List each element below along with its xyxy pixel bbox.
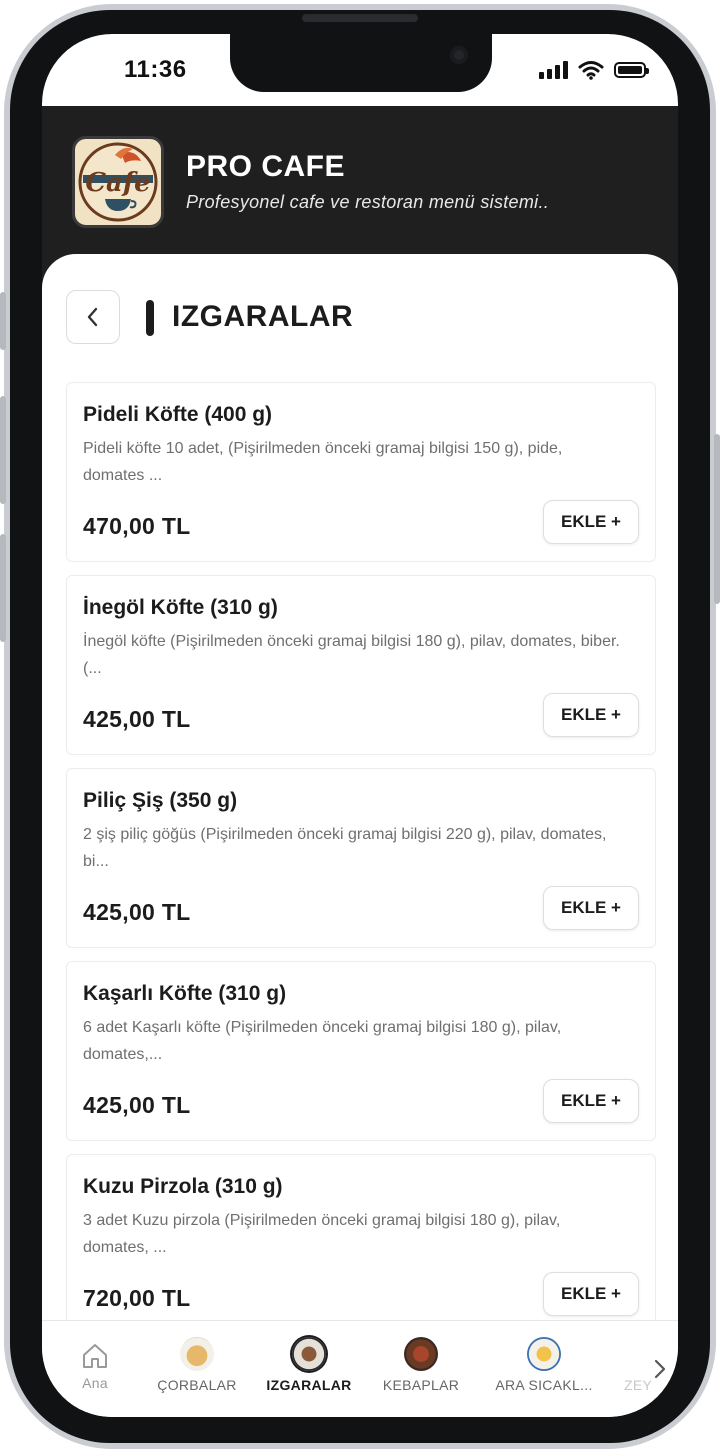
item-name: Kaşarlı Köfte (310 g) [83, 982, 287, 1005]
grill-thumbnail [292, 1337, 326, 1371]
add-to-cart-button[interactable]: EKLE + [543, 693, 639, 737]
nav-item-ana[interactable]: Ana [72, 1321, 118, 1391]
nav-label: ZEY [624, 1377, 653, 1393]
menu-item-card[interactable]: Piliç Şiş (350 g) 2 şiş piliç göğüs (Piş… [66, 768, 656, 948]
item-name: Piliç Şiş (350 g) [83, 789, 238, 812]
item-price: 425,00 TL [83, 899, 191, 925]
status-time: 11:36 [124, 56, 187, 83]
add-to-cart-button[interactable]: EKLE + [543, 1079, 639, 1123]
nav-item-kebaplar[interactable]: KEBAPLAR [376, 1321, 466, 1393]
chevron-right-icon[interactable] [652, 1357, 668, 1381]
content-panel: IZGARALAR Pideli Köfte (400 g) Pideli kö… [42, 254, 678, 1344]
home-icon [83, 1344, 107, 1368]
add-to-cart-button[interactable]: EKLE + [543, 886, 639, 930]
nav-item-ara-sicaklar[interactable]: ARA SICAKL... [488, 1321, 600, 1393]
status-icons [539, 60, 649, 80]
item-name: Pideli Köfte (400 g) [83, 403, 273, 426]
item-name: İnegöl Köfte (310 g) [83, 596, 278, 619]
menu-item-card[interactable]: Kaşarlı Köfte (310 g) 6 adet Kaşarlı köf… [66, 961, 656, 1141]
bottom-category-nav: Ana ÇORBALAR IZGARALAR KEBAPLAR ARA SICA… [42, 1320, 678, 1417]
wifi-icon [578, 61, 604, 80]
nav-item-zey[interactable]: ZEY [624, 1321, 678, 1393]
cafe-logo: Cafe [72, 136, 164, 228]
title-accent-bar [146, 300, 154, 336]
nav-item-izgaralar[interactable]: IZGARALAR [264, 1321, 354, 1393]
speaker-grille [302, 14, 418, 22]
menu-item-card[interactable]: İnegöl Köfte (310 g) İnegöl köfte (Pişir… [66, 575, 656, 755]
menu-item-card[interactable]: Pideli Köfte (400 g) Pideli köfte 10 ade… [66, 382, 656, 562]
item-price: 470,00 TL [83, 513, 191, 539]
kebab-thumbnail [404, 1337, 438, 1371]
battery-icon [614, 62, 649, 78]
item-description: İnegöl köfte (Pişirilmeden önceki gramaj… [83, 633, 620, 677]
item-price: 425,00 TL [83, 706, 191, 732]
dynamic-island [230, 34, 492, 92]
logo-text: Cafe [85, 168, 150, 198]
soup-thumbnail [180, 1337, 214, 1371]
nav-item-corbalar[interactable]: ÇORBALAR [152, 1321, 242, 1393]
nav-label: KEBAPLAR [382, 1377, 460, 1393]
screen: 11:36 Cafe PRO CAFE Profesyonel cafe ve … [42, 34, 678, 1417]
phone-power-button [714, 434, 720, 604]
cafe-subtitle: Profesyonel cafe ve restoran menü sistem… [186, 192, 550, 212]
phone-silent-switch [0, 292, 6, 350]
item-description: 2 şiş piliç göğüs (Pişirilmeden önceki g… [83, 826, 607, 870]
menu-item-card[interactable]: Kuzu Pirzola (310 g) 3 adet Kuzu pirzola… [66, 1154, 656, 1334]
add-to-cart-button[interactable]: EKLE + [543, 1272, 639, 1316]
back-button[interactable] [66, 290, 120, 344]
starter-thumbnail [527, 1337, 561, 1371]
cafe-title: PRO CAFE [186, 150, 346, 183]
nav-label: ARA SICAKL... [495, 1377, 593, 1393]
front-camera [450, 46, 468, 64]
nav-label: IZGARALAR [266, 1377, 352, 1393]
item-description: 6 adet Kaşarlı köfte (Pişirilmeden öncek… [83, 1019, 562, 1063]
signal-icon [539, 61, 568, 79]
phone-volume-down [0, 534, 6, 642]
phone-volume-up [0, 396, 6, 504]
item-description: 3 adet Kuzu pirzola (Pişirilmeden önceki… [83, 1212, 561, 1256]
item-price: 425,00 TL [83, 1092, 191, 1118]
page-title: IZGARALAR [172, 300, 354, 333]
nav-label: ÇORBALAR [157, 1377, 237, 1393]
item-name: Kuzu Pirzola (310 g) [83, 1175, 283, 1198]
nav-label: Ana [82, 1375, 108, 1391]
item-price: 720,00 TL [83, 1285, 191, 1311]
add-to-cart-button[interactable]: EKLE + [543, 500, 639, 544]
item-description: Pideli köfte 10 adet, (Pişirilmeden önce… [83, 440, 563, 484]
chevron-left-icon [87, 307, 98, 327]
